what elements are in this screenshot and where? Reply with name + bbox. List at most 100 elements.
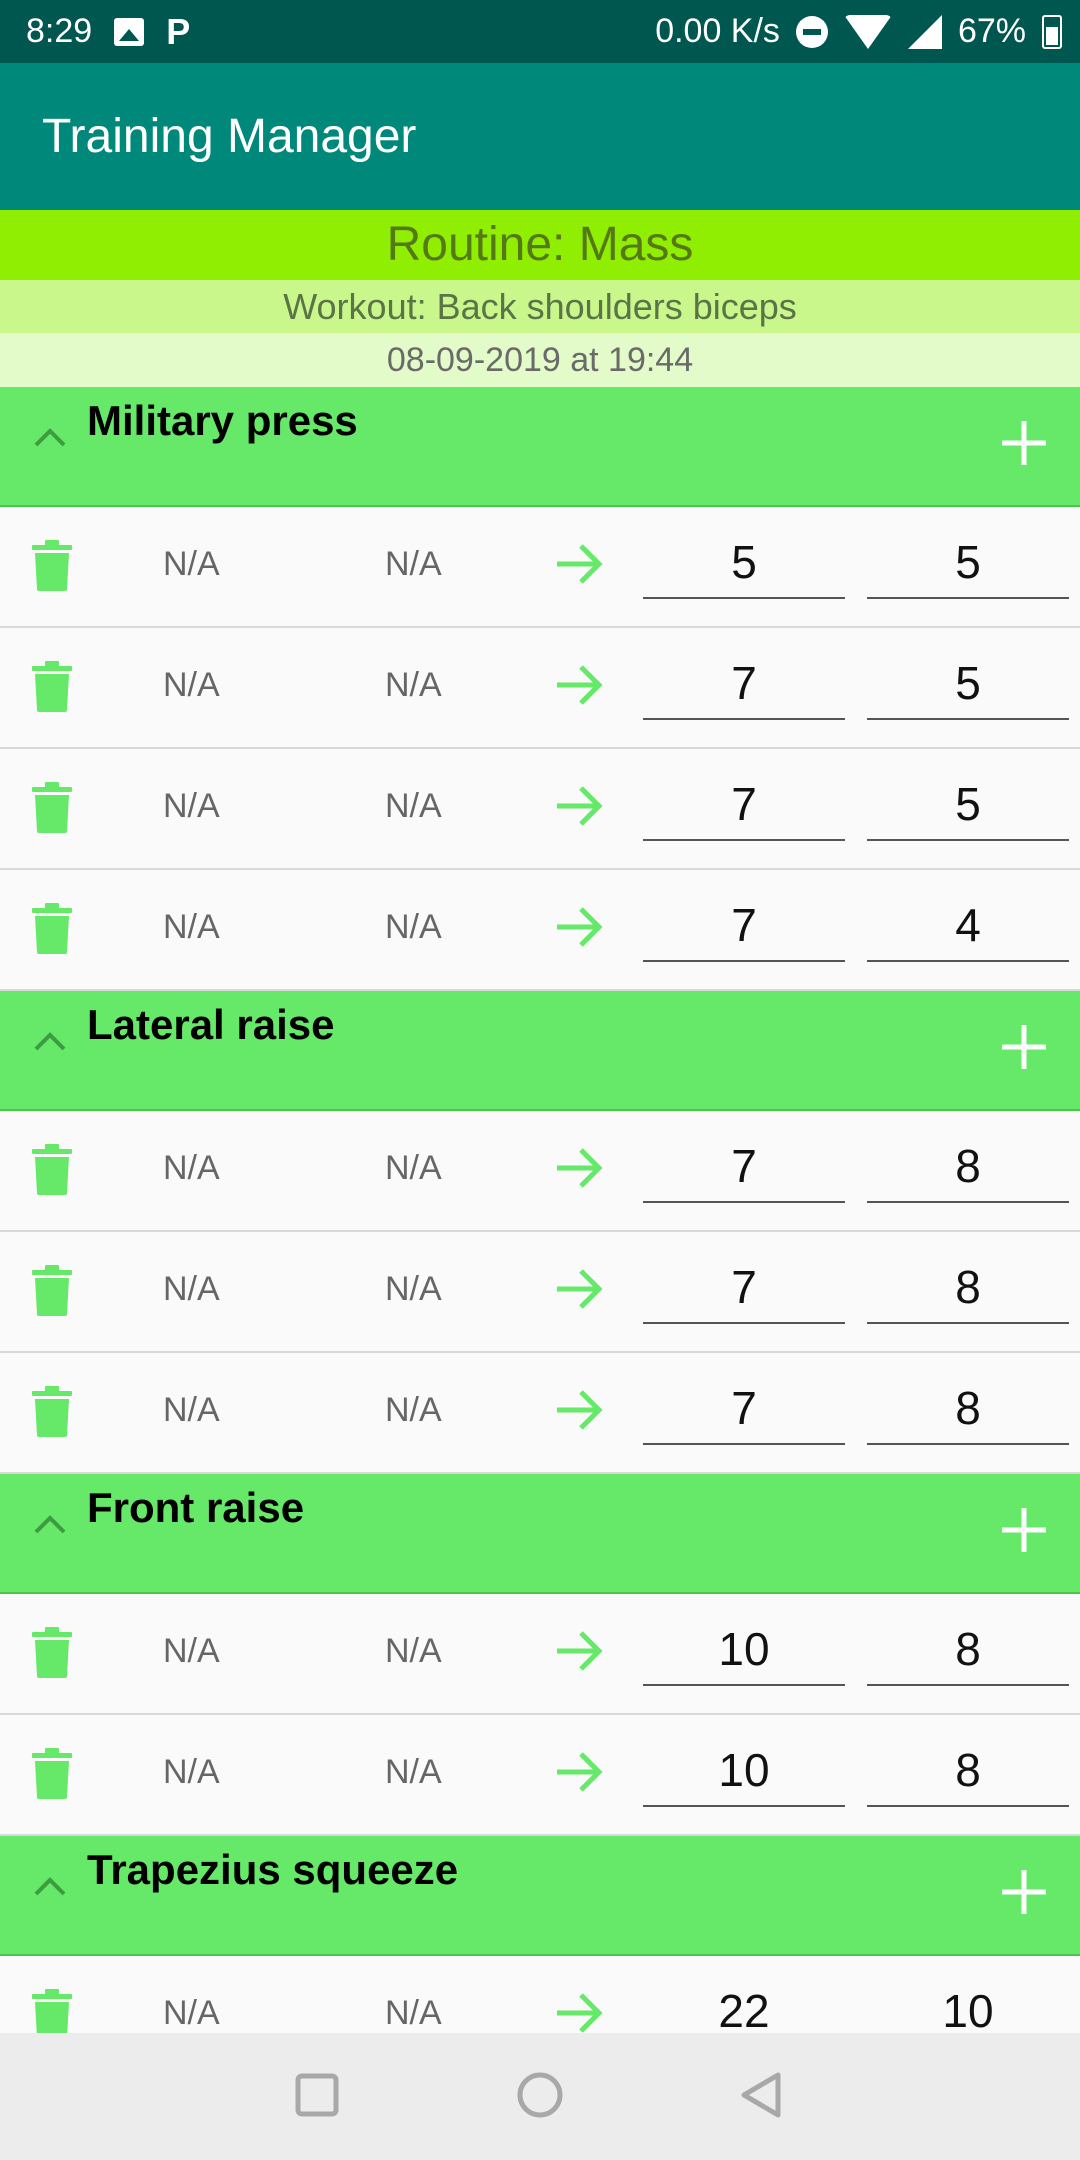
status-bar: 8:29 P 0.00 K/s 67%	[0, 0, 1080, 63]
battery-percent: 67%	[957, 12, 1026, 50]
back-icon[interactable]	[738, 2071, 786, 2119]
set-row: N/A N/A 10 8	[0, 1594, 1080, 1715]
battery-icon	[1042, 14, 1062, 49]
workout-banner: Workout: Back shoulders biceps	[0, 280, 1080, 333]
date-banner: 08-09-2019 at 19:44	[0, 333, 1080, 387]
reps-input[interactable]: 5	[867, 527, 1069, 599]
weight-input[interactable]: 10	[643, 1735, 845, 1807]
weight-input[interactable]: 10	[643, 1614, 845, 1686]
arrow-right-icon	[557, 1993, 603, 2033]
weight-input[interactable]: 7	[643, 1252, 845, 1324]
previous-weight: N/A	[163, 545, 220, 583]
weight-input[interactable]: 5	[643, 527, 845, 599]
trash-icon[interactable]	[30, 1264, 74, 1316]
reps-input[interactable]: 8	[867, 1373, 1069, 1445]
signal-icon	[907, 14, 942, 49]
previous-reps: N/A	[385, 1753, 442, 1791]
reps-input[interactable]: 5	[867, 769, 1069, 841]
exercise-header[interactable]: Trapezius squeeze	[0, 1836, 1080, 1956]
recents-icon[interactable]	[293, 2071, 341, 2119]
trash-icon[interactable]	[30, 660, 74, 712]
chevron-up-icon[interactable]	[30, 1864, 70, 1904]
previous-reps: N/A	[385, 1149, 442, 1187]
weight-input[interactable]: 7	[643, 648, 845, 720]
previous-reps: N/A	[385, 1994, 442, 2032]
reps-input[interactable]: 8	[867, 1252, 1069, 1324]
status-time: 8:29	[26, 12, 93, 50]
trash-icon[interactable]	[30, 539, 74, 591]
previous-weight: N/A	[163, 1753, 220, 1791]
previous-weight: N/A	[163, 666, 220, 704]
weight-input[interactable]: 22	[643, 1976, 845, 2033]
trash-icon[interactable]	[30, 1747, 74, 1799]
set-row: N/A N/A 5 5	[0, 507, 1080, 628]
add-set-icon[interactable]	[996, 415, 1052, 471]
dnd-icon	[795, 15, 828, 48]
exercise-name: Military press	[87, 397, 358, 444]
add-set-icon[interactable]	[996, 1502, 1052, 1558]
previous-reps: N/A	[385, 1632, 442, 1670]
exercise-header[interactable]: Lateral raise	[0, 991, 1080, 1111]
previous-reps: N/A	[385, 908, 442, 946]
chevron-up-icon[interactable]	[30, 415, 70, 455]
arrow-right-icon	[557, 1631, 603, 1671]
trash-icon[interactable]	[30, 1626, 74, 1678]
exercise-header[interactable]: Front raise	[0, 1474, 1080, 1594]
previous-weight: N/A	[163, 1994, 220, 2032]
chevron-up-icon[interactable]	[30, 1019, 70, 1059]
weight-input[interactable]: 7	[643, 1373, 845, 1445]
reps-input[interactable]: 8	[867, 1735, 1069, 1807]
trash-icon[interactable]	[30, 1143, 74, 1195]
arrow-right-icon	[557, 1148, 603, 1188]
weight-input[interactable]: 7	[643, 769, 845, 841]
exercise-list[interactable]: Military press N/A N/A 5 5 N/A N/A 7 5 N/A N/A 7 5 N/…	[0, 387, 1080, 2033]
reps-input[interactable]: 8	[867, 1131, 1069, 1203]
arrow-right-icon	[557, 1269, 603, 1309]
reps-input[interactable]: 5	[867, 648, 1069, 720]
add-set-icon[interactable]	[996, 1864, 1052, 1920]
weight-input[interactable]: 7	[643, 890, 845, 962]
chevron-up-icon[interactable]	[30, 1502, 70, 1542]
set-row: N/A N/A 7 4	[0, 870, 1080, 991]
previous-reps: N/A	[385, 666, 442, 704]
weight-input[interactable]: 7	[643, 1131, 845, 1203]
previous-reps: N/A	[385, 787, 442, 825]
previous-reps: N/A	[385, 1391, 442, 1429]
previous-weight: N/A	[163, 1149, 220, 1187]
arrow-right-icon	[557, 907, 603, 947]
previous-weight: N/A	[163, 1391, 220, 1429]
set-row: N/A N/A 7 8	[0, 1111, 1080, 1232]
previous-weight: N/A	[163, 908, 220, 946]
trash-icon[interactable]	[30, 902, 74, 954]
set-row: N/A N/A 7 5	[0, 628, 1080, 749]
set-row: N/A N/A 7 5	[0, 749, 1080, 870]
trash-icon[interactable]	[30, 1385, 74, 1437]
previous-reps: N/A	[385, 1270, 442, 1308]
previous-weight: N/A	[163, 1270, 220, 1308]
add-set-icon[interactable]	[996, 1019, 1052, 1075]
wifi-icon	[843, 14, 892, 49]
reps-input[interactable]: 4	[867, 890, 1069, 962]
app-title: Training Manager	[42, 110, 417, 163]
p-icon: P	[166, 10, 191, 52]
previous-weight: N/A	[163, 1632, 220, 1670]
exercise-header[interactable]: Military press	[0, 387, 1080, 507]
exercise-name: Lateral raise	[87, 1001, 335, 1048]
set-row: N/A N/A 7 8	[0, 1232, 1080, 1353]
reps-input[interactable]: 8	[867, 1614, 1069, 1686]
set-row: N/A N/A 22 10	[0, 1956, 1080, 2033]
trash-icon[interactable]	[30, 1988, 74, 2033]
app-bar: Training Manager	[0, 63, 1080, 210]
previous-reps: N/A	[385, 545, 442, 583]
exercise-name: Front raise	[87, 1484, 305, 1531]
previous-weight: N/A	[163, 787, 220, 825]
routine-banner: Routine: Mass	[0, 210, 1080, 280]
arrow-right-icon	[557, 665, 603, 705]
trash-icon[interactable]	[30, 781, 74, 833]
navigation-bar	[0, 2033, 1080, 2160]
reps-input[interactable]: 10	[867, 1976, 1069, 2033]
arrow-right-icon	[557, 1752, 603, 1792]
home-icon[interactable]	[516, 2071, 564, 2119]
arrow-right-icon	[557, 1390, 603, 1430]
arrow-right-icon	[557, 786, 603, 826]
